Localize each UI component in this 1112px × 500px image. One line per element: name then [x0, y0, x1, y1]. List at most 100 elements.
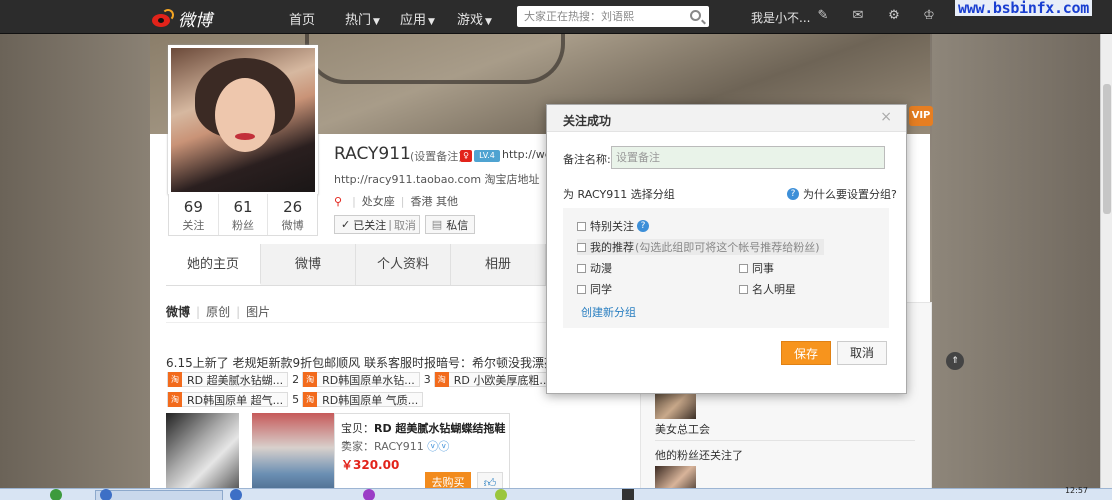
- verified-icon: ♀: [460, 150, 472, 162]
- save-button[interactable]: 保存: [781, 341, 831, 365]
- group-prompt: 为 RACY911 选择分组: [563, 188, 675, 201]
- taskbar-window[interactable]: [95, 490, 223, 500]
- app-icon[interactable]: [363, 489, 375, 500]
- close-icon[interactable]: ×: [880, 109, 892, 125]
- verified-icon: ⓥⓥ: [427, 440, 450, 453]
- scrollbar-thumb[interactable]: [1103, 84, 1111, 214]
- message-button[interactable]: ▤ 私信: [425, 215, 475, 234]
- product-link[interactable]: 淘 RD韩国原单 超气...: [167, 392, 289, 407]
- app-icon[interactable]: [50, 489, 62, 500]
- avatar[interactable]: [168, 45, 318, 195]
- edit-icon[interactable]: ✎: [816, 9, 830, 23]
- tag-location: 香港 其他: [410, 195, 459, 208]
- search-box: [517, 6, 709, 27]
- nav-item-home[interactable]: 首页: [289, 9, 315, 28]
- follow-success-dialog: 关注成功 × 备注名称: 为 RACY911 选择分组 ? 为什么要设置分组? …: [546, 104, 907, 394]
- scroll-top-button[interactable]: ⇑: [946, 352, 964, 370]
- post-image[interactable]: [166, 413, 239, 500]
- product-links-row: 淘 RD 超美腻水钻蝴... 2 淘 RD韩国原单水钻... 3 淘 RD 小欧美厚底…: [167, 372, 559, 387]
- taobao-icon: 淘: [303, 392, 318, 407]
- followed-button[interactable]: ✓ 已关注 | 取消: [334, 215, 420, 234]
- unfollow-link[interactable]: 取消: [394, 217, 416, 233]
- create-group-link[interactable]: 创建新分组: [581, 304, 636, 320]
- gear-icon[interactable]: ⚙: [887, 9, 901, 23]
- browser-icon[interactable]: [230, 489, 242, 500]
- group-option-colleague[interactable]: 同事: [739, 260, 774, 276]
- bell-icon[interactable]: ♔: [922, 9, 936, 23]
- product-link[interactable]: 淘 RD 超美腻水钻蝴...: [167, 372, 289, 387]
- divider: [166, 322, 546, 323]
- group-option-classmate[interactable]: 同学: [577, 281, 612, 297]
- group-option-recommend[interactable]: 我的推荐 (勾选此组即可将这个帐号推荐给粉丝): [577, 239, 824, 255]
- nav-item-apps[interactable]: 应用 ▼: [400, 9, 435, 28]
- taobao-icon: 淘: [168, 372, 182, 387]
- clock[interactable]: 12:57: [1065, 486, 1088, 495]
- nav-item-games[interactable]: 游戏 ▼: [457, 9, 492, 28]
- taobao-icon: 淘: [168, 392, 182, 407]
- checkbox[interactable]: [739, 284, 748, 294]
- member-avatar[interactable]: [655, 392, 696, 419]
- note-input[interactable]: [611, 146, 885, 169]
- product-link[interactable]: 淘 RD 小欧美厚底粗...: [433, 372, 555, 387]
- product-links-row: 淘 RD韩国原单 超气... 5 淘 RD韩国原单 气质...: [167, 392, 427, 407]
- message-icon[interactable]: ✉: [851, 9, 865, 23]
- filter-images[interactable]: 图片: [246, 303, 270, 320]
- background-right: [932, 0, 1112, 500]
- feed-filter: 微博 | 原创 | 图片: [166, 303, 271, 320]
- help-icon[interactable]: ?: [637, 220, 649, 232]
- group-option-special[interactable]: 特别关注 ?: [577, 218, 653, 234]
- group-option-celebrity[interactable]: 名人明星: [739, 281, 796, 297]
- seller-name[interactable]: RACY911: [374, 440, 424, 453]
- checkbox[interactable]: [577, 284, 586, 294]
- nav-item-hot[interactable]: 热门 ▼: [345, 9, 380, 28]
- profile-description: http://racy911.taobao.com 淘宝店地址: [334, 173, 540, 186]
- watermark: www.bsbinfx.com: [955, 0, 1092, 16]
- stat-following[interactable]: 69 关注: [169, 194, 219, 235]
- divider: [655, 440, 915, 441]
- member-name[interactable]: 美女总工会: [655, 421, 710, 437]
- search-icon[interactable]: [690, 10, 701, 21]
- weibo-logo[interactable]: 微博: [150, 6, 212, 31]
- filter-weibo[interactable]: 微博: [166, 303, 190, 320]
- dialog-header: 关注成功 ×: [547, 105, 906, 132]
- logo-text: 微博: [178, 11, 212, 31]
- checkbox[interactable]: [739, 263, 748, 273]
- top-navigation: 微博 首页 热门▼ 应用▼ 游戏▼ 我是小不... ✎ ✉ ⚙ ♔ www.bs…: [0, 0, 1112, 34]
- scrollbar[interactable]: [1100, 34, 1112, 500]
- browser-icon: [100, 489, 112, 500]
- app-icon[interactable]: [622, 489, 634, 500]
- banner-glasses-graphic: [305, 34, 565, 84]
- chevron-down-icon: ▼: [485, 17, 492, 27]
- tag-zodiac: 处女座: [361, 195, 395, 208]
- tab-album[interactable]: 相册: [451, 244, 546, 285]
- post-image[interactable]: [252, 413, 334, 500]
- filter-original[interactable]: 原创: [206, 303, 230, 320]
- group-option-anime[interactable]: 动漫: [577, 260, 612, 276]
- profile-tags: ⚲ | 处女座 | 香港 其他: [334, 194, 459, 209]
- tab-weibo[interactable]: 微博: [261, 244, 356, 285]
- app-icon[interactable]: [495, 489, 507, 500]
- stat-followers[interactable]: 61 粉丝: [219, 194, 269, 235]
- search-input[interactable]: [517, 6, 677, 27]
- help-icon: ?: [787, 188, 799, 200]
- mail-icon: ▤: [431, 218, 443, 231]
- tab-profile-info[interactable]: 个人资料: [356, 244, 451, 285]
- checkbox[interactable]: [577, 221, 586, 231]
- set-note-link[interactable]: (设置备注): [410, 148, 463, 164]
- dialog-title: 关注成功: [563, 114, 612, 128]
- tab-her-home[interactable]: 她的主页: [166, 244, 261, 285]
- stat-posts[interactable]: 26 微博: [268, 194, 317, 235]
- product-card: 宝贝：RD 超美腻水钻蝴蝶结拖鞋~ 卖家：RACY911 ⓥⓥ ￥320.00 …: [334, 413, 510, 500]
- product-link[interactable]: 淘 RD韩国原单 气质...: [302, 392, 424, 407]
- level-badge[interactable]: LV.4: [474, 150, 500, 162]
- background-left: [0, 0, 150, 500]
- checkbox[interactable]: [577, 242, 586, 252]
- product-link[interactable]: 淘 RD韩国原单水钻...: [302, 372, 420, 387]
- note-label: 备注名称:: [563, 153, 611, 166]
- vip-badge[interactable]: VIP: [909, 106, 933, 126]
- why-group-link[interactable]: ? 为什么要设置分组?: [787, 186, 897, 202]
- username-link[interactable]: 我是小不...: [751, 9, 810, 26]
- cancel-button[interactable]: 取消: [837, 341, 887, 365]
- post-text: 6.15上新了 老规矩新款9折包邮顺风 联系客服时报暗号：希尔顿没我漂亮 1: [166, 356, 568, 370]
- checkbox[interactable]: [577, 263, 586, 273]
